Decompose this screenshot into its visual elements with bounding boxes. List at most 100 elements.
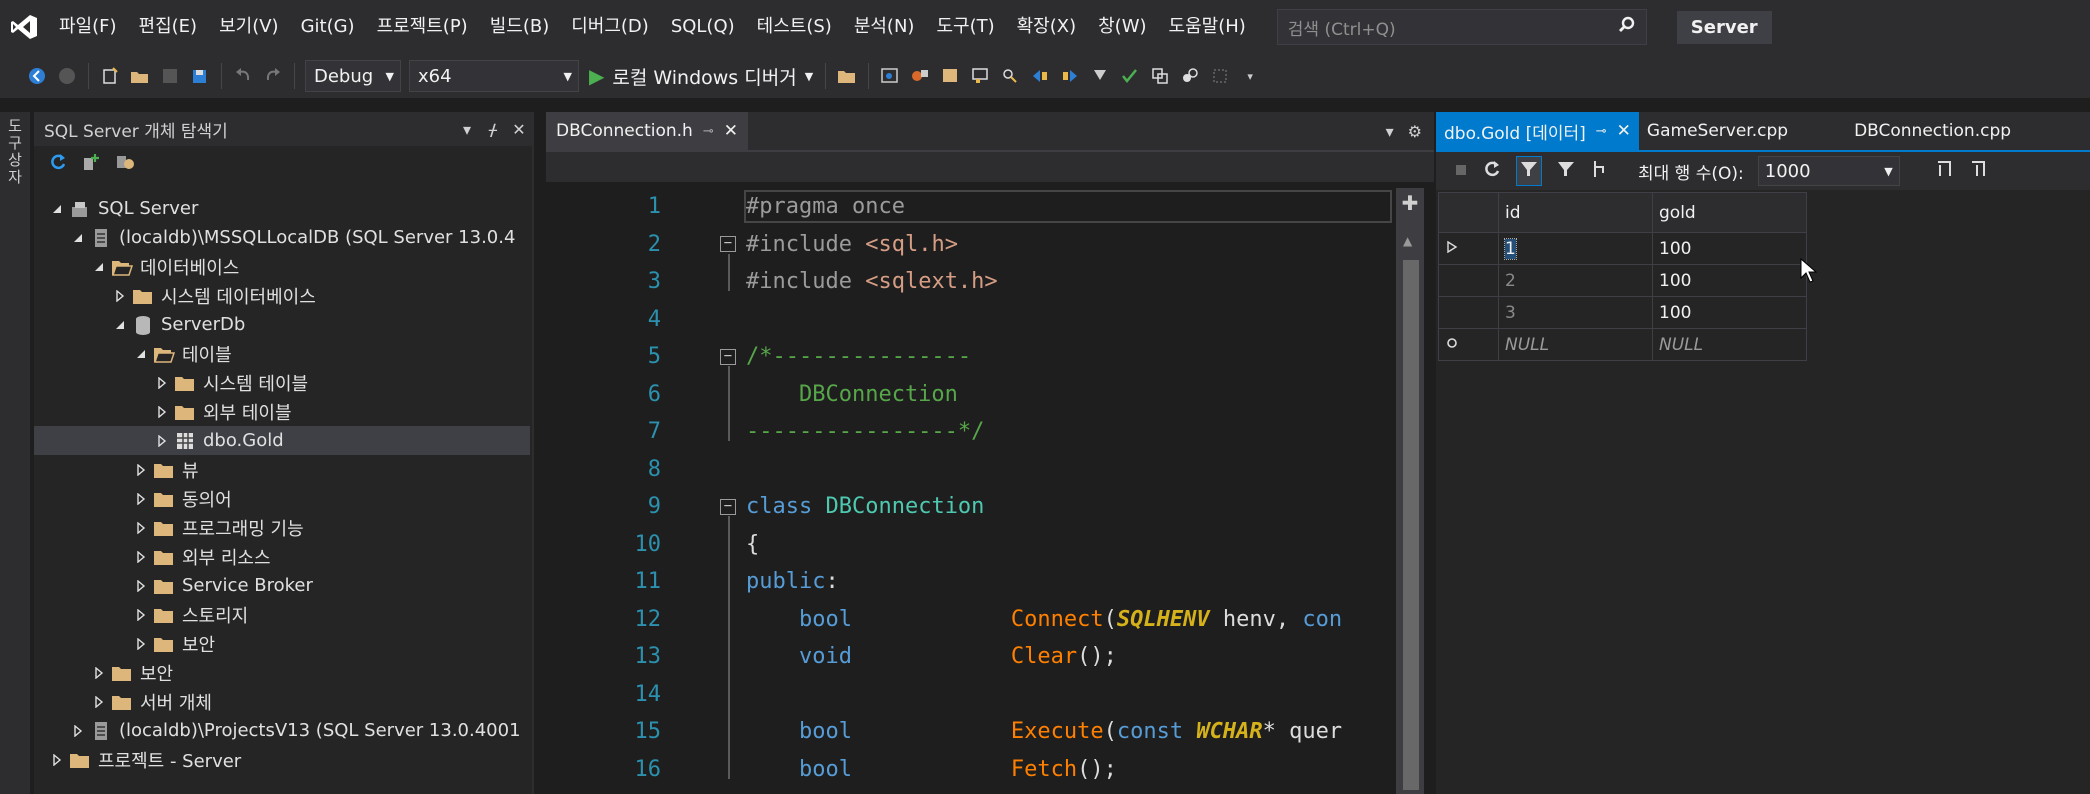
tree-node[interactable]: 서버 개체: [34, 687, 530, 716]
tab-list-dropdown-icon[interactable]: ▾: [1386, 122, 1394, 141]
tree-node[interactable]: 보안: [34, 629, 530, 658]
configuration-dropdown[interactable]: Debug ▼: [305, 60, 401, 92]
tree-node[interactable]: 테이블: [34, 339, 530, 368]
tree-node[interactable]: 시스템 데이터베이스: [34, 281, 530, 310]
code-line[interactable]: 6 DBConnection: [546, 376, 1396, 413]
link-icon[interactable]: [1175, 61, 1205, 91]
collapsed-arrow-icon[interactable]: [130, 463, 152, 476]
spell-check-icon[interactable]: [1115, 61, 1145, 91]
script-icon[interactable]: [1590, 159, 1608, 183]
bookmark-icon[interactable]: [935, 61, 965, 91]
tree-node[interactable]: 외부 테이블: [34, 397, 530, 426]
menu-item[interactable]: 편집(E): [128, 7, 209, 47]
cell-id[interactable]: 1: [1498, 232, 1653, 265]
collapsed-arrow-icon[interactable]: [67, 724, 89, 737]
menu-item[interactable]: 확장(X): [1006, 7, 1088, 47]
code-line[interactable]: 15 bool Execute(const WCHAR* quer: [546, 713, 1396, 750]
current-row-indicator-icon[interactable]: [1438, 232, 1499, 265]
move-right-icon[interactable]: [1055, 61, 1085, 91]
solution-name-badge[interactable]: Server: [1676, 10, 1772, 44]
code-line[interactable]: 3 #include <sqlext.h>: [546, 263, 1396, 300]
max-rows-dropdown[interactable]: 1000 ▼: [1757, 156, 1900, 186]
menu-item[interactable]: Git(G): [290, 7, 366, 47]
code-line[interactable]: 13 void Clear();: [546, 638, 1396, 675]
visual-studio-logo-icon[interactable]: [0, 0, 48, 54]
script-export-icon[interactable]: [1934, 159, 1954, 183]
tree-node[interactable]: 프로그래밍 기능: [34, 513, 530, 542]
collapsed-arrow-icon[interactable]: [130, 608, 152, 621]
filter-applied-icon[interactable]: [1516, 156, 1542, 186]
find-icon[interactable]: [995, 61, 1025, 91]
stop-icon[interactable]: [1454, 162, 1468, 181]
collapsed-arrow-icon[interactable]: [130, 550, 152, 563]
menu-item[interactable]: 보기(V): [208, 7, 289, 47]
menu-item[interactable]: 테스트(S): [746, 7, 843, 47]
tree-node[interactable]: Service Broker: [34, 571, 530, 600]
menu-item[interactable]: 빌드(B): [479, 7, 561, 47]
diagnostics-icon[interactable]: [905, 61, 935, 91]
expanded-arrow-icon[interactable]: [67, 233, 89, 243]
table-row[interactable]: 2 100: [1438, 264, 1807, 297]
row-header-corner[interactable]: [1438, 192, 1499, 233]
row-header[interactable]: [1438, 296, 1499, 329]
tree-node[interactable]: 보안: [34, 658, 530, 687]
filter-icon[interactable]: [1556, 159, 1576, 183]
collapsed-arrow-icon[interactable]: [109, 289, 131, 302]
split-view-icon[interactable]: ✚: [1399, 192, 1421, 214]
browser-link-icon[interactable]: [875, 61, 905, 91]
tree-node[interactable]: 스토리지: [34, 600, 530, 629]
vertical-scrollbar[interactable]: ✚ ▲: [1396, 188, 1424, 794]
redo-icon[interactable]: [258, 61, 288, 91]
overflow-icon[interactable]: [1205, 61, 1235, 91]
expanded-arrow-icon[interactable]: [130, 349, 152, 359]
expanded-arrow-icon[interactable]: [109, 320, 131, 330]
new-project-icon[interactable]: [95, 61, 125, 91]
cell-gold[interactable]: 100: [1652, 296, 1807, 329]
table-row[interactable]: 3 100: [1438, 296, 1807, 329]
collapsed-arrow-icon[interactable]: [130, 579, 152, 592]
collapsed-arrow-icon[interactable]: [46, 753, 68, 766]
column-header-id[interactable]: id: [1498, 192, 1653, 233]
code-line[interactable]: 4: [546, 301, 1396, 338]
code-line[interactable]: 11 public:: [546, 563, 1396, 600]
code-line[interactable]: 14: [546, 676, 1396, 713]
navigation-bar[interactable]: [546, 150, 1434, 182]
folder-icon[interactable]: [832, 61, 862, 91]
tree-node[interactable]: SQL Server: [34, 194, 530, 223]
row-header[interactable]: [1438, 264, 1499, 297]
close-icon[interactable]: ✕: [1617, 121, 1631, 141]
tree-node[interactable]: 뷰: [34, 455, 530, 484]
menu-item[interactable]: 프로젝트(P): [366, 7, 479, 47]
chevron-down-icon[interactable]: ▼: [805, 70, 813, 83]
collapse-region-icon[interactable]: −: [720, 236, 736, 252]
cell-gold[interactable]: NULL: [1652, 328, 1807, 361]
tree-node[interactable]: 외부 리소스: [34, 542, 530, 571]
open-file-icon[interactable]: [125, 61, 155, 91]
tree-node[interactable]: 시스템 테이블: [34, 368, 530, 397]
code-line[interactable]: 16 bool Fetch();: [546, 751, 1396, 788]
collapsed-arrow-icon[interactable]: [130, 492, 152, 505]
cell-id[interactable]: 3: [1498, 296, 1653, 329]
comment-icon[interactable]: [965, 61, 995, 91]
tree-node[interactable]: ServerDb: [34, 310, 530, 339]
tree-node[interactable]: 프로젝트 - Server: [34, 745, 530, 774]
refresh-icon[interactable]: [48, 152, 68, 176]
table-row[interactable]: NULL NULL: [1438, 328, 1807, 361]
code-line[interactable]: 2 − #include <sql.h>: [546, 226, 1396, 263]
toolbox-tab-label[interactable]: 도구 상자: [5, 118, 25, 186]
collapse-region-icon[interactable]: −: [720, 348, 736, 365]
add-sql-server-icon[interactable]: [80, 152, 102, 176]
window-position-dropdown-icon[interactable]: ▾: [454, 120, 480, 139]
search-icon[interactable]: [1618, 16, 1636, 38]
close-icon[interactable]: ✕: [506, 120, 532, 139]
navigate-back-icon[interactable]: [22, 61, 52, 91]
expanded-arrow-icon[interactable]: [88, 262, 110, 272]
scrollbar-thumb[interactable]: [1403, 260, 1419, 790]
move-left-icon[interactable]: [1025, 61, 1055, 91]
platform-dropdown[interactable]: x64 ▼: [409, 60, 579, 92]
collapsed-arrow-icon[interactable]: [130, 521, 152, 534]
cell-id[interactable]: 2: [1498, 264, 1653, 297]
collapsed-arrow-icon[interactable]: [151, 376, 173, 389]
collapse-region-icon[interactable]: −: [720, 498, 736, 515]
menu-item[interactable]: 도구(T): [925, 7, 1005, 47]
